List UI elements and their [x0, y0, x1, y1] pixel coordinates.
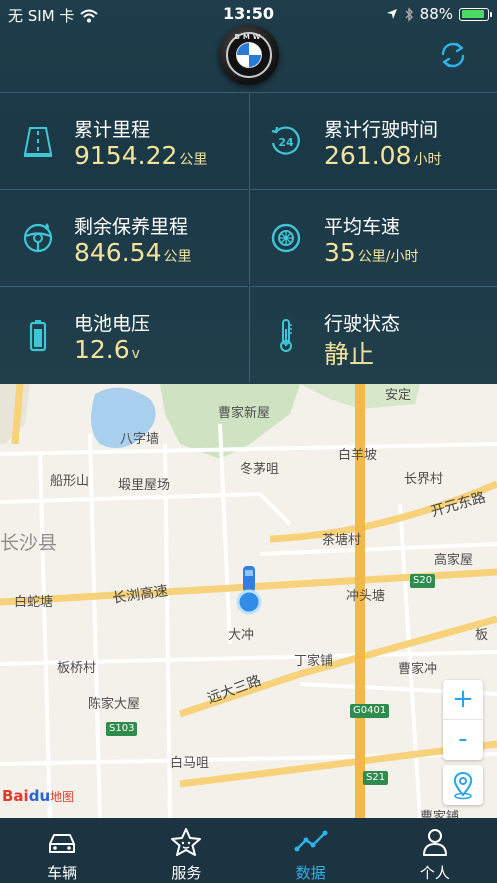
- map-label: 船形山: [50, 474, 90, 489]
- map-label: 白蛇塘: [14, 595, 54, 610]
- stat-average-speed: 平均车速 35 公里/小时: [249, 189, 497, 285]
- 24h-clock-icon: 24: [271, 126, 300, 155]
- battery-icon: [29, 320, 47, 352]
- stats-grid: 累计里程 9154.22 公里 24 累计行驶时间 261.08 小时 剩余保养里程…: [0, 92, 497, 382]
- brand-logo: BMW: [219, 25, 279, 85]
- tab-label: 车辆: [47, 864, 78, 882]
- zoom-in-button[interactable]: +: [443, 680, 483, 720]
- location-pin-icon: [453, 771, 473, 800]
- stat-unit: 公里: [179, 152, 208, 168]
- tab-label: 服务: [171, 864, 202, 882]
- logo-letters: BMW: [234, 33, 264, 41]
- map-label: 八字墙: [120, 432, 160, 447]
- tab-bar: 车辆 服务 数据 个人: [0, 818, 497, 883]
- map-label: 曹家铺: [420, 810, 460, 818]
- svg-text:24: 24: [278, 136, 294, 149]
- stat-value: 9154.22: [74, 141, 178, 170]
- map-label: 长界村: [404, 472, 444, 487]
- map-label: 白羊坡: [338, 448, 378, 463]
- map-label: 陈家大屋: [88, 697, 141, 712]
- baidu-map-logo: Baidu地图: [2, 787, 74, 805]
- road-shield: G0401: [350, 704, 390, 718]
- stat-battery-voltage: 电池电压 12.6 v: [0, 286, 248, 382]
- stat-driving-status: 行驶状态 静止: [249, 286, 497, 382]
- bluetooth-icon: [405, 6, 413, 22]
- thermometer-icon: [280, 319, 292, 352]
- star-icon: [171, 828, 202, 856]
- stat-unit: 公里: [163, 249, 192, 265]
- map-label: 板: [475, 628, 489, 643]
- person-icon: [422, 829, 447, 856]
- battery-indicator: [459, 7, 492, 21]
- vehicle-marker-icon[interactable]: [234, 564, 264, 616]
- location-arrow-icon: [386, 9, 397, 19]
- map-view[interactable]: 安定 曹家新屋 八字墙 冬茅咀 白羊坡 船形山 塅里屋场 长界村 开元东路 长沙…: [0, 384, 497, 818]
- map-label: 丁家铺: [294, 654, 334, 669]
- stat-unit: 小时: [413, 152, 442, 168]
- stat-title: 累计行驶时间: [324, 119, 439, 141]
- road-icon: [23, 127, 53, 157]
- stat-total-mileage: 累计里程 9154.22 公里: [0, 93, 248, 189]
- map-label: 板桥村: [57, 661, 97, 676]
- wheel-icon: [271, 223, 301, 253]
- battery-percent: 88%: [419, 5, 453, 23]
- map-label: 大冲: [228, 628, 255, 643]
- road-shield: S103: [106, 722, 138, 736]
- brand-text: du: [28, 787, 51, 805]
- map-label: 冬茅咀: [240, 462, 280, 477]
- map-label: 茶塘村: [322, 533, 362, 548]
- brand-text: Bai: [2, 787, 29, 805]
- stat-title: 累计里程: [74, 119, 151, 141]
- tab-vehicle[interactable]: 车辆: [0, 818, 124, 883]
- stat-value: 静止: [324, 340, 375, 369]
- brand-text: 地图: [50, 790, 75, 804]
- stat-value: 261.08: [324, 141, 412, 170]
- stat-unit: v: [131, 346, 140, 362]
- zoom-control: + -: [443, 680, 483, 760]
- map-label: 冲头塘: [346, 589, 386, 604]
- map-label: 高家屋: [434, 553, 474, 568]
- road-shield: S21: [363, 771, 389, 785]
- map-label: 曹家新屋: [218, 406, 271, 421]
- zoom-out-button[interactable]: -: [443, 720, 483, 760]
- stat-unit: 公里/小时: [357, 249, 419, 265]
- road-shield: S20: [410, 574, 436, 588]
- map-label: 曹家冲: [398, 662, 438, 677]
- locate-button[interactable]: [443, 765, 483, 805]
- stat-title: 剩余保养里程: [74, 216, 189, 238]
- tab-profile[interactable]: 个人: [373, 818, 497, 883]
- header-panel: 无 SIM 卡 13:50 88% BMW 累计里程 9154.22 公里 24…: [0, 0, 497, 384]
- stat-title: 行驶状态: [324, 313, 401, 335]
- map-label: 长沙县: [0, 532, 58, 554]
- stat-title: 电池电压: [74, 313, 151, 335]
- status-bar: 无 SIM 卡 13:50 88%: [0, 0, 497, 28]
- tab-service[interactable]: 服务: [124, 818, 248, 883]
- tab-label: 个人: [419, 864, 450, 882]
- chart-line-icon: [294, 830, 328, 852]
- stat-value: 12.6: [74, 335, 130, 364]
- stat-title: 平均车速: [324, 216, 401, 238]
- stat-remaining-maintenance-mileage: 剩余保养里程 846.54 公里: [0, 189, 248, 285]
- steering-wheel-icon: [23, 223, 53, 253]
- map-label: 塅里屋场: [118, 478, 171, 493]
- map-label: 白马咀: [170, 756, 210, 771]
- stat-value: 35: [324, 238, 356, 267]
- stat-value: 846.54: [74, 238, 162, 267]
- tab-label: 数据: [295, 864, 326, 882]
- map-label: 安定: [385, 388, 412, 403]
- car-icon: [49, 834, 76, 853]
- stat-total-driving-time: 24 累计行驶时间 261.08 小时: [249, 93, 497, 189]
- tab-data[interactable]: 数据: [249, 818, 373, 883]
- refresh-icon[interactable]: [438, 40, 468, 70]
